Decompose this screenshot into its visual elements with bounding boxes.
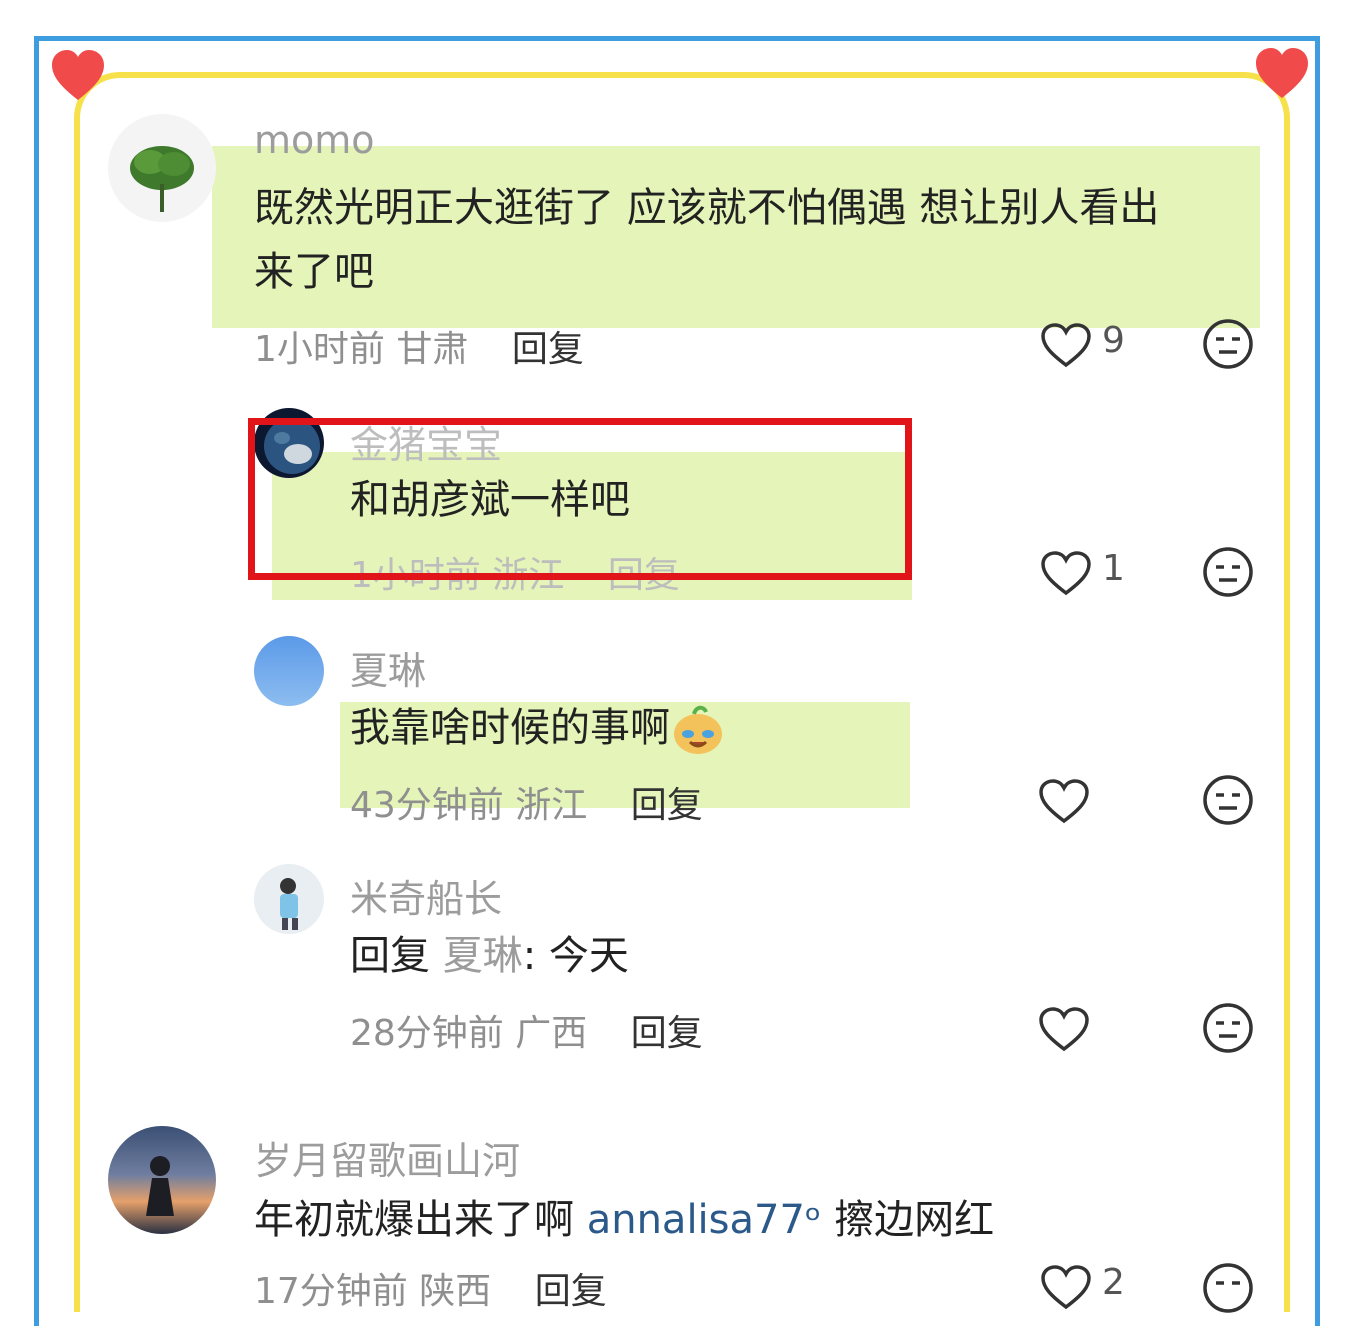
comment-text: 回复 夏琳: 今天 xyxy=(350,924,629,988)
comment-time: 17分钟前 xyxy=(254,1271,408,1312)
mention-link[interactable]: annalisa77ᵒ xyxy=(587,1197,822,1243)
reply-button[interactable]: 回复 xyxy=(512,329,584,370)
comment-username[interactable]: 米奇船长 xyxy=(350,868,502,923)
like-count: 9 xyxy=(1102,320,1125,361)
comment-meta: 17分钟前 陕西 回复 xyxy=(254,1262,607,1314)
comment-text: 来了吧 xyxy=(254,249,374,295)
reply-button[interactable]: 回复 xyxy=(631,1013,703,1054)
comment-time: 28分钟前 xyxy=(350,1013,504,1054)
comment-time: 1小时前 xyxy=(254,329,385,370)
dislike-face-icon[interactable] xyxy=(1202,546,1254,598)
red-highlight-box xyxy=(248,418,912,580)
avatar[interactable] xyxy=(108,114,216,222)
comment-text-content: 我靠啥时候的事啊 xyxy=(350,705,670,751)
dislike-face-icon[interactable] xyxy=(1202,1262,1254,1314)
dislike-face-icon[interactable] xyxy=(1202,1002,1254,1054)
comment-text-content: : 今天 xyxy=(522,933,629,979)
like-icon[interactable] xyxy=(1038,778,1090,824)
comment-meta: 28分钟前 广西 回复 xyxy=(350,1004,703,1056)
comment-text: 我靠啥时候的事啊 xyxy=(350,696,726,760)
like-icon[interactable] xyxy=(1040,550,1092,596)
reply-button[interactable]: 回复 xyxy=(535,1271,607,1312)
comment-username[interactable]: momo xyxy=(254,118,375,162)
person-icon xyxy=(280,878,298,930)
plant-icon xyxy=(130,146,194,212)
dislike-face-icon[interactable] xyxy=(1202,774,1254,826)
heart-decoration-icon xyxy=(52,50,104,100)
comment-meta: 43分钟前 浙江 回复 xyxy=(350,776,703,828)
like-icon[interactable] xyxy=(1040,1264,1092,1310)
like-icon[interactable] xyxy=(1038,1006,1090,1052)
comment-username[interactable]: 岁月留歌画山河 xyxy=(254,1130,520,1185)
comment-text-content: 擦边网红 xyxy=(834,1197,995,1243)
avatar[interactable] xyxy=(108,1126,216,1234)
comment-location: 广西 xyxy=(515,1013,588,1054)
comment-location: 浙江 xyxy=(515,785,588,826)
like-icon[interactable] xyxy=(1040,322,1092,368)
person-silhouette-icon xyxy=(146,1156,174,1216)
like-count: 1 xyxy=(1102,548,1125,589)
comment-location: 陕西 xyxy=(419,1271,492,1312)
comment-username[interactable]: 夏琳 xyxy=(350,640,426,695)
heart-decoration-icon xyxy=(1256,48,1308,98)
avatar[interactable] xyxy=(254,864,324,934)
avatar[interactable] xyxy=(254,636,324,706)
comment-text-content: 年初就爆出来了啊 xyxy=(254,1197,574,1243)
comment-location: 甘肃 xyxy=(396,329,469,370)
comment-meta: 1小时前 甘肃 回复 xyxy=(254,320,584,372)
reply-prefix: 回复 xyxy=(350,933,430,979)
dislike-face-icon[interactable] xyxy=(1202,318,1254,370)
crying-emoji-icon xyxy=(674,705,722,754)
comment-text: 既然光明正大逛街了 应该就不怕偶遇 想让别人看出 xyxy=(254,185,1160,231)
reply-button[interactable]: 回复 xyxy=(631,785,703,826)
like-count: 2 xyxy=(1102,1262,1125,1303)
comment-text: 年初就爆出来了啊 annalisa77ᵒ 擦边网红 xyxy=(254,1188,994,1252)
comment-time: 43分钟前 xyxy=(350,785,504,826)
reply-target[interactable]: 夏琳 xyxy=(443,933,523,979)
